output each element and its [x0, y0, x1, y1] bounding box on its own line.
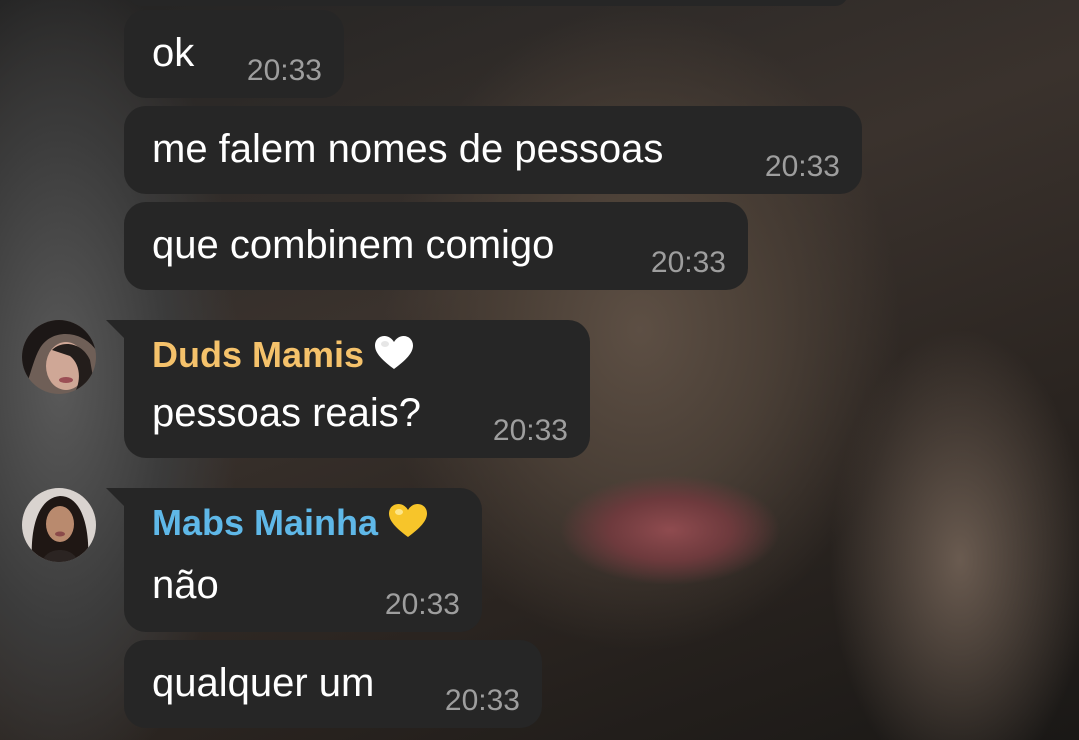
avatar-duds-icon [22, 320, 96, 394]
message-text: não [152, 563, 219, 607]
message-bubble[interactable]: que combinem comigo 20:33 [124, 202, 748, 290]
yellow-heart-icon [388, 503, 428, 548]
message-timestamp: 20:33 [650, 246, 726, 279]
avatar-mabs[interactable] [22, 488, 96, 562]
message-timestamp: 20:33 [492, 414, 568, 447]
message-text: qualquer um [152, 661, 375, 705]
white-heart-icon [374, 335, 414, 380]
message-timestamp: 20:33 [384, 588, 460, 621]
avatar-duds[interactable] [22, 320, 96, 394]
sender-name[interactable]: Mabs Mainha [152, 502, 428, 548]
message-bubble[interactable]: qualquer um 20:33 [124, 640, 542, 728]
avatar-mabs-icon [22, 488, 96, 562]
message-bubble[interactable]: me falem nomes de pessoas 20:33 [124, 106, 862, 194]
message-text: me falem nomes de pessoas [152, 127, 664, 171]
message-timestamp: 20:33 [246, 54, 322, 87]
message-text: que combinem comigo [152, 223, 555, 267]
message-bubble[interactable]: ok 20:33 [124, 10, 344, 98]
message-bubble[interactable]: Mabs Mainha não 20:33 [106, 488, 482, 632]
sender-name-text: Duds Mamis [152, 334, 365, 375]
message-text: pessoas reais? [152, 391, 422, 435]
message-timestamp: 20:33 [764, 150, 840, 183]
sender-name[interactable]: Duds Mamis [152, 334, 414, 380]
message-text: ok [152, 31, 195, 75]
message-bubble[interactable]: Duds Mamis pessoas reais? 20:33 [106, 320, 590, 458]
sender-name-text: Mabs Mainha [152, 502, 379, 543]
previous-message-bubble[interactable] [128, 0, 848, 6]
message-timestamp: 20:33 [444, 684, 520, 717]
